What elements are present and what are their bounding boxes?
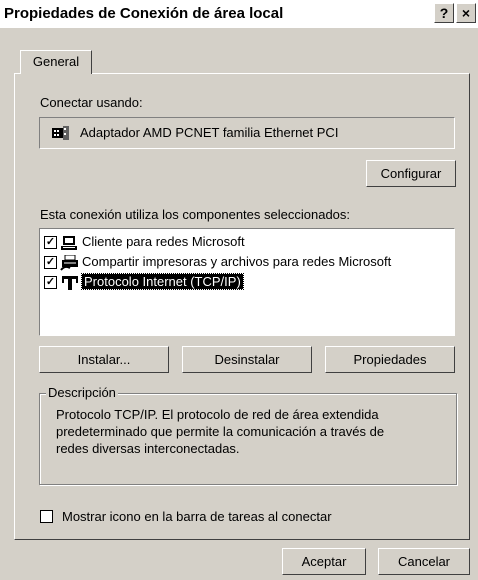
component-checkbox[interactable]: ✓	[44, 276, 57, 289]
component-label: Protocolo Internet (TCP/IP)	[81, 273, 244, 290]
description-text: Protocolo TCP/IP. El protocolo de red de…	[56, 406, 384, 457]
install-button-label: Instalar...	[77, 352, 131, 367]
ok-button[interactable]: Aceptar	[282, 548, 366, 575]
description-line: redes diversas interconectadas.	[56, 441, 240, 456]
tab-general[interactable]: General	[20, 50, 92, 74]
properties-button[interactable]: Propiedades	[325, 346, 455, 373]
connect-using-label: Conectar usando:	[40, 95, 143, 110]
component-checkbox[interactable]: ✓	[44, 256, 57, 269]
properties-button-label: Propiedades	[353, 352, 427, 367]
components-label: Esta conexión utiliza los componentes se…	[40, 207, 351, 222]
component-checkbox[interactable]: ✓	[44, 236, 57, 249]
adapter-field: Adaptador AMD PCNET familia Ethernet PCI	[39, 117, 455, 149]
configure-button-label: Configurar	[380, 166, 442, 181]
client-icon	[61, 236, 77, 250]
cancel-button-label: Cancelar	[397, 554, 451, 569]
adapter-name: Adaptador AMD PCNET familia Ethernet PCI	[80, 125, 339, 140]
close-button[interactable]: ×	[456, 3, 476, 23]
protocol-icon	[62, 276, 78, 290]
help-button[interactable]: ?	[434, 3, 454, 23]
network-adapter-icon	[52, 126, 69, 140]
description-legend: Descripción	[46, 385, 118, 400]
configure-button[interactable]: Configurar	[366, 160, 456, 187]
show-icon-label: Mostrar icono en la barra de tareas al c…	[62, 509, 332, 524]
show-icon-checkbox[interactable]	[40, 510, 53, 523]
uninstall-button[interactable]: Desinstalar	[182, 346, 312, 373]
ok-button-label: Aceptar	[301, 554, 347, 569]
component-label: Compartir impresoras y archivos para red…	[82, 254, 392, 269]
title-bar[interactable]: Propiedades de Conexión de área local ? …	[0, 0, 478, 28]
description-line: predeterminado que permite la comunicaci…	[56, 424, 385, 439]
window-title: Propiedades de Conexión de área local	[4, 5, 284, 22]
printer-share-icon	[60, 255, 78, 271]
components-list[interactable]: ✓ Cliente para redes Microsoft ✓ Compart…	[39, 228, 455, 336]
description-line: Protocolo TCP/IP. El protocolo de red de…	[56, 407, 379, 422]
properties-dialog: Propiedades de Conexión de área local ? …	[0, 0, 478, 580]
cancel-button[interactable]: Cancelar	[378, 548, 470, 575]
uninstall-button-label: Desinstalar	[214, 352, 280, 367]
install-button[interactable]: Instalar...	[39, 346, 169, 373]
component-label: Cliente para redes Microsoft	[82, 234, 245, 249]
